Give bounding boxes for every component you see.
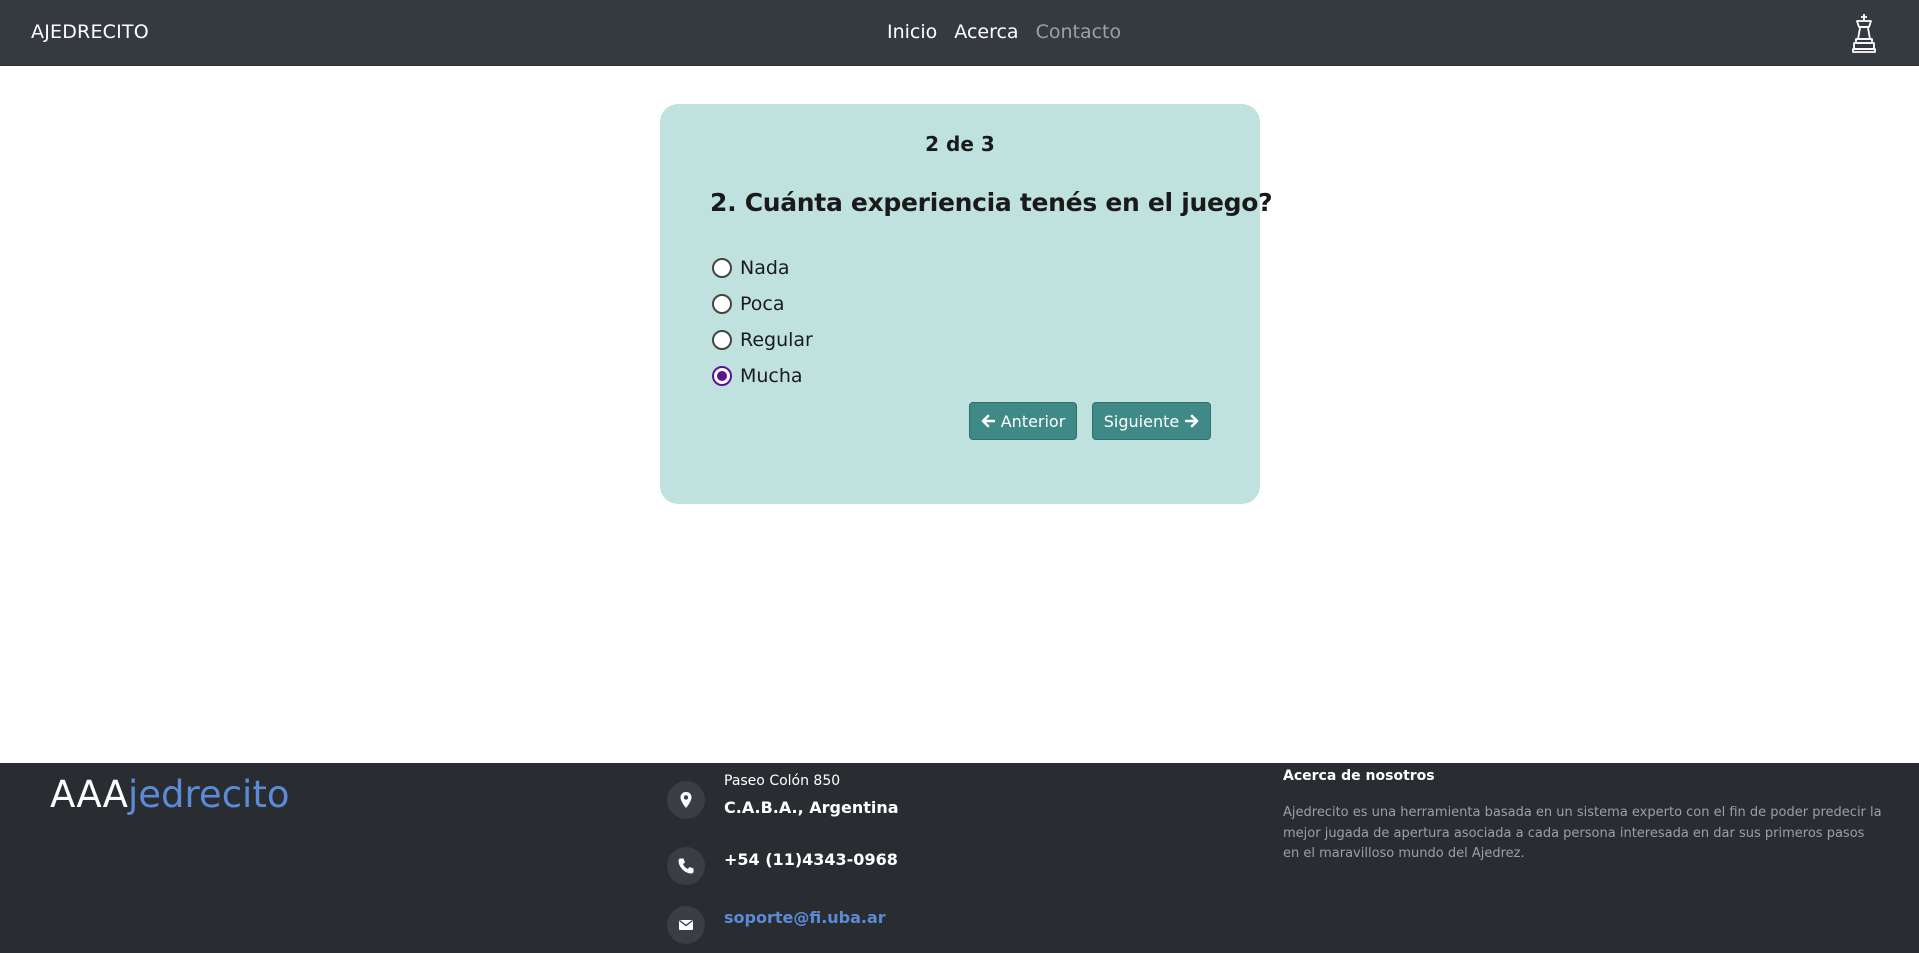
next-button-label: Siguiente — [1103, 411, 1180, 431]
navbar-brand[interactable]: AJEDRECITO — [31, 21, 149, 43]
footer-logo[interactable]: AAAjedrecito — [50, 773, 289, 816]
nav-link-acerca[interactable]: Acerca — [954, 21, 1018, 43]
address-line-2: C.A.B.A., Argentina — [724, 798, 899, 817]
about-title: Acerca de nosotros — [1283, 768, 1435, 784]
envelope-icon — [667, 906, 705, 944]
email-link[interactable]: soporte@fi.uba.ar — [724, 908, 886, 927]
option-mucha[interactable]: Mucha — [712, 358, 813, 394]
option-nada[interactable]: Nada — [712, 250, 813, 286]
map-pin-icon — [667, 781, 705, 819]
question-progress: 2 de 3 — [925, 132, 995, 156]
previous-button-label: Anterior — [1000, 411, 1066, 431]
option-regular[interactable]: Regular — [712, 322, 813, 358]
phone-number: +54 (11)4343-0968 — [724, 850, 898, 869]
radio-mucha[interactable] — [712, 366, 732, 386]
radio-regular[interactable] — [712, 330, 732, 350]
answer-options: Nada Poca Regular Mucha — [712, 250, 813, 394]
radio-nada[interactable] — [712, 258, 732, 278]
option-label: Poca — [740, 293, 785, 315]
nav-links: Inicio Acerca Contacto — [887, 21, 1121, 43]
logo-part-white: AAA — [50, 773, 128, 816]
option-label: Regular — [740, 329, 813, 351]
quiz-card: 2 de 3 2. Cuánta experiencia tenés en el… — [660, 104, 1273, 504]
nav-link-inicio[interactable]: Inicio — [887, 21, 937, 43]
option-label: Mucha — [740, 365, 803, 387]
radio-poca[interactable] — [712, 294, 732, 314]
top-navbar: AJEDRECITO Inicio Acerca Contacto — [0, 0, 1919, 66]
arrow-right-icon — [1185, 414, 1199, 428]
phone-icon — [667, 847, 705, 885]
option-label: Nada — [740, 257, 790, 279]
logo-part-blue: jedrecito — [128, 773, 290, 816]
address-line-1: Paseo Colón 850 — [724, 773, 841, 789]
option-poca[interactable]: Poca — [712, 286, 813, 322]
previous-button[interactable]: Anterior — [969, 402, 1077, 440]
question-title: 2. Cuánta experiencia tenés en el juego? — [710, 188, 1273, 217]
site-footer: AAAjedrecito Paseo Colón 850 C.A.B.A., A… — [0, 763, 1919, 953]
nav-link-contacto[interactable]: Contacto — [1036, 21, 1122, 43]
arrow-left-icon — [981, 414, 995, 428]
next-button[interactable]: Siguiente — [1092, 402, 1211, 440]
about-text: Ajedrecito es una herramienta basada en … — [1283, 805, 1882, 861]
chess-king-icon — [1852, 14, 1876, 53]
